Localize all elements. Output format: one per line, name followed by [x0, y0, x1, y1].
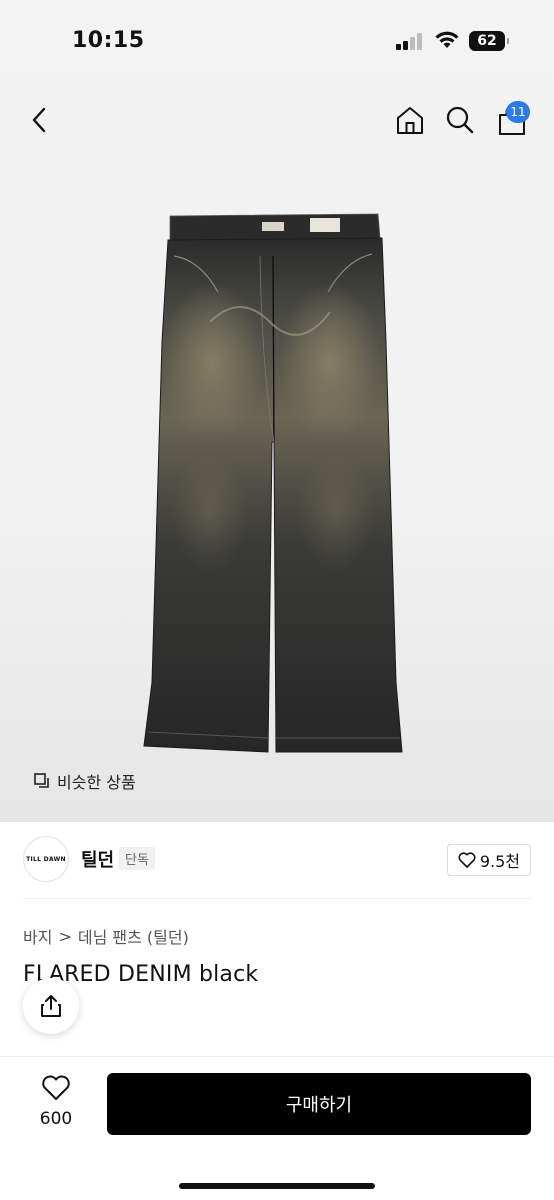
buy-button[interactable]: 구매하기 — [107, 1073, 531, 1135]
brand-label-patch — [262, 222, 284, 231]
share-icon — [41, 995, 61, 1017]
status-time: 10:15 — [72, 28, 145, 53]
chevron-left-icon — [32, 107, 46, 133]
home-indicator — [179, 1183, 375, 1189]
wishlist-button[interactable]: 600 — [28, 1075, 84, 1129]
similar-icon — [34, 773, 49, 788]
heart-icon — [42, 1075, 70, 1100]
battery-indicator: 62 — [469, 31, 509, 51]
search-button[interactable] — [440, 100, 480, 140]
brand-row: TILL DAWN 틸던 단독 9.5천 — [23, 836, 531, 884]
brand-logo[interactable]: TILL DAWN — [23, 836, 69, 882]
divider — [23, 898, 531, 899]
breadcrumb: 바지 > 데님 팬츠 (틸던) — [23, 924, 189, 948]
breadcrumb-category[interactable]: 바지 — [23, 924, 52, 948]
signal-icon — [396, 32, 424, 50]
breadcrumb-separator: > — [58, 926, 72, 946]
product-image[interactable] — [140, 212, 406, 756]
brand-name[interactable]: 틸던 — [81, 846, 114, 872]
search-icon — [446, 106, 474, 134]
wishlist-count: 600 — [39, 1109, 73, 1129]
brand-like-button[interactable]: 9.5천 — [446, 844, 531, 876]
product-hero: 10:15 62 11 비슷한 상품 — [0, 0, 554, 822]
cart-count-badge: 11 — [506, 101, 530, 123]
wifi-icon — [435, 31, 459, 48]
back-label-patch — [310, 218, 340, 232]
status-bar: 10:15 62 — [0, 0, 554, 80]
bottom-action-bar: 600 구매하기 — [0, 1056, 554, 1200]
exclusive-tag: 단독 — [119, 847, 155, 870]
heart-icon — [458, 852, 476, 868]
home-icon — [397, 107, 423, 134]
similar-products-label: 비슷한 상품 — [57, 773, 136, 792]
brand-like-count: 9.5천 — [479, 852, 520, 871]
back-button[interactable] — [20, 100, 60, 140]
home-button[interactable] — [390, 100, 430, 140]
share-button[interactable] — [23, 978, 79, 1034]
similar-products-button[interactable]: 비슷한 상품 — [23, 764, 148, 798]
breadcrumb-subcategory[interactable]: 데님 팬츠 (틸던) — [78, 924, 189, 948]
